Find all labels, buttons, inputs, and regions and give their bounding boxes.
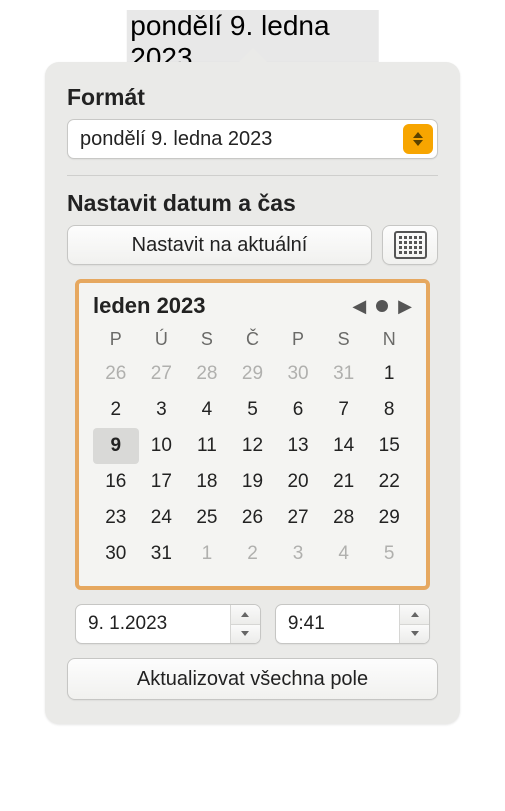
calendar-day[interactable]: 13: [275, 428, 321, 464]
calendar-day[interactable]: 26: [93, 356, 139, 392]
today-button[interactable]: [376, 300, 388, 312]
calendar-day[interactable]: 16: [93, 464, 139, 500]
calendar-day[interactable]: 5: [230, 392, 276, 428]
calendar-day[interactable]: 17: [139, 464, 185, 500]
calendar-day[interactable]: 30: [93, 536, 139, 572]
date-step-up[interactable]: [231, 605, 260, 625]
time-stepper[interactable]: [399, 605, 429, 643]
calendar-month-title: leden 2023: [93, 293, 352, 319]
calendar-day[interactable]: 19: [230, 464, 276, 500]
calendar-day[interactable]: 24: [139, 500, 185, 536]
calendar-toggle-button[interactable]: [382, 225, 438, 265]
update-all-label: Aktualizovat všechna pole: [137, 668, 368, 691]
calendar-day[interactable]: 28: [184, 356, 230, 392]
prev-month-button[interactable]: ◀: [352, 296, 366, 317]
calendar-day-header: N: [366, 325, 412, 356]
next-month-button[interactable]: ▶: [398, 296, 412, 317]
calendar-day[interactable]: 28: [321, 500, 367, 536]
calendar-day[interactable]: 31: [139, 536, 185, 572]
calendar-day[interactable]: 27: [275, 500, 321, 536]
calendar-day[interactable]: 8: [366, 392, 412, 428]
calendar-day[interactable]: 11: [184, 428, 230, 464]
calendar-day[interactable]: 31: [321, 356, 367, 392]
calendar-day[interactable]: 4: [184, 392, 230, 428]
calendar-day[interactable]: 10: [139, 428, 185, 464]
calendar-day[interactable]: 27: [139, 356, 185, 392]
calendar-day[interactable]: 9: [93, 428, 139, 464]
calendar-day[interactable]: 14: [321, 428, 367, 464]
calendar-day[interactable]: 7: [321, 392, 367, 428]
calendar-day-header: S: [184, 325, 230, 356]
calendar-day[interactable]: 1: [184, 536, 230, 572]
calendar-day[interactable]: 29: [230, 356, 276, 392]
calendar-day[interactable]: 22: [366, 464, 412, 500]
calendar-day[interactable]: 5: [366, 536, 412, 572]
format-select-value: pondělí 9. ledna 2023: [80, 128, 403, 151]
calendar-day[interactable]: 12: [230, 428, 276, 464]
date-value: 9. 1.2023: [76, 613, 230, 635]
calendar-day-header: S: [321, 325, 367, 356]
calendar-day[interactable]: 3: [275, 536, 321, 572]
calendar-day-header: Č: [230, 325, 276, 356]
time-input[interactable]: 9:41: [275, 604, 430, 644]
date-step-down[interactable]: [231, 625, 260, 644]
calendar-day[interactable]: 20: [275, 464, 321, 500]
calendar-day[interactable]: 30: [275, 356, 321, 392]
calendar-day[interactable]: 18: [184, 464, 230, 500]
calendar-icon: [394, 231, 427, 259]
dropdown-icon: [403, 124, 433, 154]
time-value: 9:41: [276, 613, 399, 635]
calendar-day[interactable]: 25: [184, 500, 230, 536]
set-current-button[interactable]: Nastavit na aktuální: [67, 225, 372, 265]
calendar-day[interactable]: 3: [139, 392, 185, 428]
format-select[interactable]: pondělí 9. ledna 2023: [67, 119, 438, 159]
date-format-popover: Formát pondělí 9. ledna 2023 Nastavit da…: [45, 62, 460, 724]
datetime-section-label: Nastavit datum a čas: [67, 190, 438, 217]
calendar-day[interactable]: 26: [230, 500, 276, 536]
calendar: leden 2023 ◀ ▶ PÚSČPSN 26272829303112345…: [75, 279, 430, 590]
calendar-day[interactable]: 21: [321, 464, 367, 500]
divider: [67, 175, 438, 176]
calendar-day[interactable]: 2: [93, 392, 139, 428]
calendar-day[interactable]: 29: [366, 500, 412, 536]
set-current-label: Nastavit na aktuální: [132, 234, 308, 257]
calendar-day[interactable]: 6: [275, 392, 321, 428]
calendar-day[interactable]: 1: [366, 356, 412, 392]
date-input[interactable]: 9. 1.2023: [75, 604, 261, 644]
update-all-button[interactable]: Aktualizovat všechna pole: [67, 658, 438, 700]
calendar-day-header: P: [275, 325, 321, 356]
calendar-day[interactable]: 23: [93, 500, 139, 536]
calendar-day-header: Ú: [139, 325, 185, 356]
time-step-down[interactable]: [400, 625, 429, 644]
calendar-day[interactable]: 4: [321, 536, 367, 572]
date-stepper[interactable]: [230, 605, 260, 643]
calendar-day[interactable]: 2: [230, 536, 276, 572]
calendar-day[interactable]: 15: [366, 428, 412, 464]
format-section-label: Formát: [67, 84, 438, 111]
time-step-up[interactable]: [400, 605, 429, 625]
calendar-day-header: P: [93, 325, 139, 356]
